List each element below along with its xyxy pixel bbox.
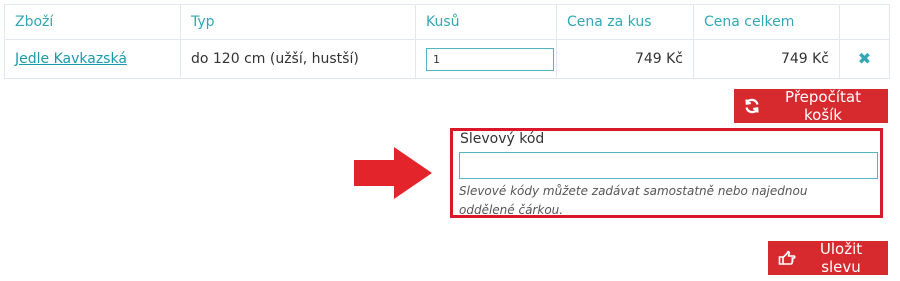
close-icon[interactable]: ✖ — [858, 50, 871, 67]
recalculate-cart-button[interactable]: Přepočítat košík — [734, 88, 888, 124]
save-discount-button[interactable]: Uložit slevu — [768, 240, 888, 276]
discount-code-label: Slevový kód — [460, 131, 545, 147]
cell-type: do 120 cm (užší, hustší) — [180, 39, 416, 79]
cell-unit-price: 749 Kč — [556, 39, 694, 79]
recalculate-label: Přepočítat košík — [785, 88, 861, 124]
refresh-icon — [745, 98, 759, 114]
cell-total-price: 749 Kč — [693, 39, 840, 79]
cart-table: Zboží Typ Kusů Cena za kus Cena celkem J… — [4, 4, 890, 79]
quantity-input[interactable] — [426, 47, 554, 71]
discount-code-input[interactable] — [459, 152, 878, 179]
hand-point-icon — [778, 250, 796, 265]
column-header-total-price: Cena celkem — [693, 4, 840, 40]
cell-product: Jedle Kavkazská — [4, 39, 181, 79]
column-header-type: Typ — [180, 4, 416, 40]
column-header-quantity: Kusů — [415, 4, 557, 40]
arrow-right-icon — [354, 147, 432, 199]
cell-remove: ✖ — [839, 39, 890, 79]
column-header-unit-price: Cena za kus — [556, 4, 694, 40]
column-header-product: Zboží — [4, 4, 181, 40]
table-header-row: Zboží Typ Kusů Cena za kus Cena celkem — [4, 4, 890, 40]
table-row: Jedle Kavkazská do 120 cm (užší, hustší)… — [4, 39, 890, 79]
column-header-remove — [839, 4, 890, 40]
save-discount-label: Uložit slevu — [819, 240, 863, 276]
product-link[interactable]: Jedle Kavkazská — [15, 51, 127, 67]
cell-quantity — [415, 39, 557, 79]
discount-code-section: Slevový kód Slevové kódy můžete zadávat … — [450, 128, 883, 218]
discount-code-hint: Slevové kódy můžete zadávat samostatně n… — [459, 184, 808, 217]
